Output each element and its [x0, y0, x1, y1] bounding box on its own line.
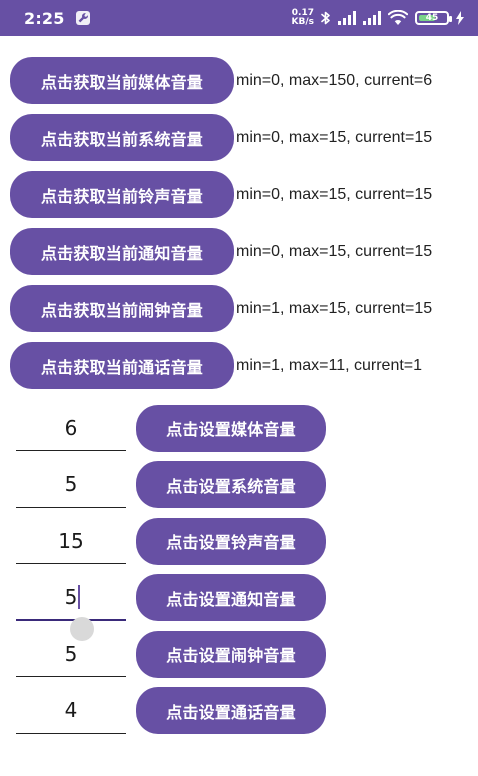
ring-volume-field — [16, 518, 126, 565]
system-volume-field — [16, 461, 126, 508]
charging-icon — [456, 11, 464, 25]
media-volume-info: min=0, max=150, current=6 — [236, 71, 433, 89]
get-alarm-volume-button[interactable]: 点击获取当前闹钟音量 — [10, 285, 234, 332]
wrench-icon — [75, 10, 91, 26]
set-call-volume-button[interactable]: 点击设置通话音量 — [136, 687, 326, 735]
set-system-row: 点击设置系统音量 — [10, 457, 468, 514]
get-notification-volume-button[interactable]: 点击获取当前通知音量 — [10, 228, 234, 275]
set-volume-area: 点击设置媒体音量 点击设置系统音量 点击设置铃声音量 点击设置通知音量 — [10, 400, 468, 739]
call-volume-input[interactable] — [16, 687, 126, 734]
set-ring-volume-button[interactable]: 点击设置铃声音量 — [136, 517, 326, 565]
media-volume-field — [16, 405, 126, 452]
system-volume-input[interactable] — [16, 461, 126, 508]
status-bar: 2:25 0.17 KB/s 45 — [0, 0, 478, 36]
get-notification-row: 点击获取当前通知音量 min=0, max=15, current=15 — [10, 223, 468, 280]
network-speed: 0.17 KB/s — [292, 9, 314, 27]
get-system-volume-button[interactable]: 点击获取当前系统音量 — [10, 114, 234, 161]
set-media-row: 点击设置媒体音量 — [10, 400, 468, 457]
status-right: 0.17 KB/s 45 — [292, 9, 464, 27]
text-cursor — [78, 584, 80, 609]
set-call-row: 点击设置通话音量 — [10, 683, 468, 740]
alarm-volume-field — [16, 631, 126, 678]
system-volume-info: min=0, max=15, current=15 — [236, 128, 433, 146]
notification-volume-input[interactable] — [16, 574, 126, 621]
set-media-volume-button[interactable]: 点击设置媒体音量 — [136, 404, 326, 452]
signal-icon — [363, 11, 381, 25]
get-call-row: 点击获取当前通话音量 min=1, max=11, current=1 — [10, 337, 468, 394]
set-alarm-volume-button[interactable]: 点击设置闹钟音量 — [136, 630, 326, 678]
get-ring-volume-button[interactable]: 点击获取当前铃声音量 — [10, 171, 234, 218]
call-volume-field — [16, 687, 126, 734]
main-content: 点击获取当前媒体音量 min=0, max=150, current=6 点击获… — [0, 36, 478, 739]
notification-volume-field — [16, 574, 126, 641]
notification-volume-info: min=0, max=15, current=15 — [236, 242, 433, 260]
ring-volume-input[interactable] — [16, 518, 126, 565]
get-ring-row: 点击获取当前铃声音量 min=0, max=15, current=15 — [10, 166, 468, 223]
wifi-icon — [388, 10, 408, 26]
alarm-volume-input[interactable] — [16, 631, 126, 678]
set-notification-row: 点击设置通知音量 — [10, 570, 468, 641]
network-speed-unit: KB/s — [291, 17, 314, 27]
status-time: 2:25 — [24, 8, 65, 28]
get-call-volume-button[interactable]: 点击获取当前通话音量 — [10, 342, 234, 389]
get-media-volume-button[interactable]: 点击获取当前媒体音量 — [10, 57, 234, 104]
set-ring-row: 点击设置铃声音量 — [10, 513, 468, 570]
battery-level: 45 — [425, 13, 439, 23]
media-volume-input[interactable] — [16, 405, 126, 452]
get-media-row: 点击获取当前媒体音量 min=0, max=150, current=6 — [10, 52, 468, 109]
set-system-volume-button[interactable]: 点击设置系统音量 — [136, 461, 326, 509]
set-notification-volume-button[interactable]: 点击设置通知音量 — [136, 574, 326, 622]
alarm-volume-info: min=1, max=15, current=15 — [236, 299, 433, 317]
battery-icon: 45 — [415, 11, 452, 25]
status-left: 2:25 — [24, 9, 91, 28]
ring-volume-info: min=0, max=15, current=15 — [236, 185, 433, 203]
set-alarm-row: 点击设置闹钟音量 — [10, 626, 468, 683]
call-volume-info: min=1, max=11, current=1 — [236, 356, 423, 374]
bluetooth-icon — [321, 10, 331, 26]
get-system-row: 点击获取当前系统音量 min=0, max=15, current=15 — [10, 109, 468, 166]
get-alarm-row: 点击获取当前闹钟音量 min=1, max=15, current=15 — [10, 280, 468, 337]
signal-icon — [338, 11, 356, 25]
